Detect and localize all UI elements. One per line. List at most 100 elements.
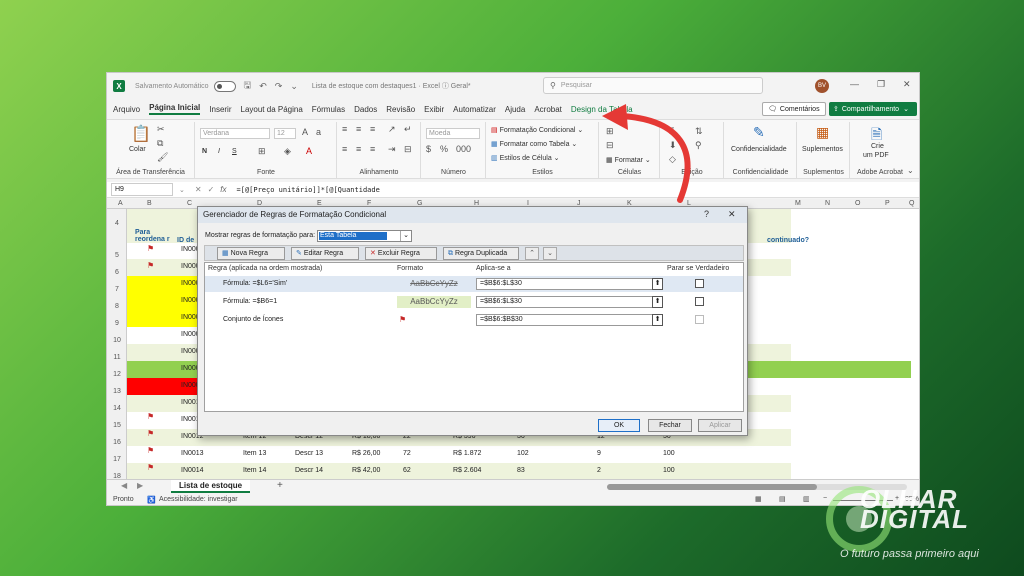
name-box-dropdown-icon[interactable]: ⌄ — [179, 186, 185, 194]
row-header[interactable]: 8 — [107, 303, 127, 310]
menu-acrobat[interactable]: Acrobat — [534, 105, 562, 114]
redo-icon[interactable]: ↷ — [275, 81, 283, 92]
menu-pagina-inicial[interactable]: Página Inicial — [149, 103, 201, 115]
rule-row[interactable]: Fórmula: =$B6=1 AaBbCcYyZz =$B$6:$L$30 ⬆ — [205, 294, 743, 310]
cell-days[interactable]: 2 — [597, 467, 601, 474]
cell-level[interactable]: 102 — [517, 450, 529, 457]
stop-if-true-checkbox[interactable] — [695, 297, 704, 306]
name-box[interactable]: H9 — [111, 183, 173, 196]
cell-level[interactable]: 83 — [517, 467, 525, 474]
collapse-range-icon[interactable]: ⬆ — [652, 296, 663, 308]
col-header[interactable]: N — [825, 200, 830, 207]
row-header[interactable]: 6 — [107, 269, 127, 276]
col-header[interactable]: M — [795, 200, 801, 207]
col-header[interactable]: P — [885, 200, 890, 207]
row-header[interactable]: 12 — [107, 371, 127, 378]
cell-qty[interactable]: 72 — [403, 450, 411, 457]
collapse-ribbon-icon[interactable]: ⌄ — [907, 166, 914, 175]
align-bottom-icon[interactable]: ≡ — [370, 124, 375, 134]
format-as-table-button[interactable]: ▦ Formatar como Tabela ⌄ — [491, 140, 577, 148]
header-id[interactable]: ID de — [177, 237, 194, 244]
stop-if-true-checkbox[interactable] — [695, 279, 704, 288]
row-header[interactable]: 4 — [107, 220, 127, 227]
customize-toolbar-icon[interactable]: ⌄ — [290, 81, 298, 92]
autosave-toggle[interactable] — [213, 80, 236, 92]
menu-layout[interactable]: Layout da Página — [241, 105, 303, 114]
fill-color-icon[interactable]: ◈ — [284, 146, 291, 157]
font-shrink-icon[interactable]: a — [316, 127, 321, 137]
header-discontinued[interactable]: continuado? — [767, 237, 809, 244]
avatar[interactable]: BV — [815, 79, 829, 93]
row-header[interactable]: 13 — [107, 388, 127, 395]
delete-cells-icon[interactable]: ⊟ — [606, 140, 614, 151]
restore-icon[interactable]: ❐ — [877, 79, 885, 90]
rule-applies-to-input[interactable]: =$B$6:$B$30 — [476, 314, 662, 326]
sensitivity-button-label[interactable]: Confidencialidade — [731, 146, 787, 153]
number-format-select[interactable]: Moeda — [426, 128, 480, 139]
close-icon[interactable]: ✕ — [728, 209, 736, 220]
bold-icon[interactable]: N — [202, 148, 207, 155]
header-para-reordenar[interactable]: Para reordena r — [135, 229, 175, 243]
next-sheet-icon[interactable]: ▶ — [137, 481, 143, 490]
row-header[interactable]: 5 — [107, 252, 127, 259]
menu-formulas[interactable]: Fórmulas — [312, 105, 345, 114]
create-pdf-label-2[interactable]: um PDF — [863, 152, 889, 159]
create-pdf-label-1[interactable]: Crie — [871, 143, 884, 150]
cell-price[interactable]: R$ 42,00 — [352, 467, 380, 474]
wrap-text-icon[interactable]: ↵ — [404, 124, 412, 135]
row-header[interactable]: 11 — [107, 354, 127, 361]
close-window-icon[interactable]: ✕ — [903, 79, 911, 90]
cell-reorder-qty[interactable]: 100 — [663, 467, 675, 474]
font-color-icon[interactable]: A — [306, 146, 312, 156]
cell-days[interactable]: 9 — [597, 450, 601, 457]
row-header[interactable]: 16 — [107, 439, 127, 446]
cell-price[interactable]: R$ 26,00 — [352, 450, 380, 457]
function-icon[interactable]: fx — [220, 185, 226, 194]
new-rule-button[interactable]: ▦ Nova Regra — [217, 247, 285, 260]
accessibility-status[interactable]: Acessibilidade: investigar — [159, 496, 238, 503]
cell-value[interactable]: R$ 1.872 — [453, 450, 481, 457]
row-header[interactable]: 9 — [107, 320, 127, 327]
duplicate-rule-button[interactable]: ⧉ Regra Duplicada — [443, 247, 519, 260]
row-header[interactable]: 15 — [107, 422, 127, 429]
cell-descr[interactable]: Descr 14 — [295, 467, 323, 474]
sensitivity-icon[interactable]: ✎ — [753, 124, 765, 141]
merge-center-icon[interactable]: ⊟ — [404, 144, 412, 155]
align-top-icon[interactable]: ≡ — [342, 124, 347, 134]
insert-cells-icon[interactable]: ⊞ — [606, 126, 614, 137]
col-header[interactable]: C — [187, 200, 192, 207]
find-select-icon[interactable]: ⚲ — [695, 140, 702, 151]
align-middle-icon[interactable]: ≡ — [356, 124, 361, 134]
row-header[interactable]: 7 — [107, 286, 127, 293]
page-layout-view-icon[interactable]: ▤ — [779, 495, 786, 503]
paste-label[interactable]: Colar — [129, 146, 146, 153]
page-break-view-icon[interactable]: ▥ — [803, 495, 810, 503]
normal-view-icon[interactable]: ▦ — [755, 495, 762, 503]
cell-item[interactable]: Item 14 — [243, 467, 266, 474]
collapse-range-icon[interactable]: ⬆ — [652, 314, 663, 326]
cell-id[interactable]: IN0014 — [181, 467, 204, 474]
accessibility-icon[interactable]: ♿ — [147, 496, 156, 504]
col-header[interactable]: B — [147, 200, 152, 207]
menu-ajuda[interactable]: Ajuda — [505, 105, 525, 114]
move-down-button[interactable]: ⌄ — [543, 247, 557, 260]
cell-id[interactable]: IN0013 — [181, 450, 204, 457]
ok-button[interactable]: OK — [598, 419, 640, 432]
rule-row[interactable]: Conjunto de Ícones ⚑ =$B$6:$B$30 ⬆ — [205, 312, 743, 328]
accounting-icon[interactable]: $ — [426, 144, 431, 154]
row-header[interactable]: 17 — [107, 456, 127, 463]
align-left-icon[interactable]: ≡ — [342, 144, 347, 154]
comma-style-icon[interactable]: 000 — [456, 144, 471, 154]
conditional-formatting-button[interactable]: ▤ Formatação Condicional ⌄ — [491, 126, 583, 134]
rule-applies-to-input[interactable]: =$B$6:$L$30 — [476, 278, 662, 290]
align-right-icon[interactable]: ≡ — [370, 144, 375, 154]
menu-revisao[interactable]: Revisão — [386, 105, 415, 114]
percent-icon[interactable]: % — [440, 144, 448, 154]
col-header[interactable]: Q — [909, 200, 914, 207]
share-button[interactable]: ⇪ Compartilhamento ⌄ — [829, 102, 917, 116]
delete-rule-button[interactable]: ✕ Excluir Regra — [365, 247, 437, 260]
autosum-icon[interactable]: Σ — [669, 126, 675, 136]
rule-row[interactable]: Fórmula: =$L6='Sim' AaBbCcYyZz =$B$6:$L$… — [205, 276, 743, 292]
scrollbar-thumb[interactable] — [607, 484, 817, 490]
cancel-formula-icon[interactable]: ✕ — [195, 185, 202, 194]
